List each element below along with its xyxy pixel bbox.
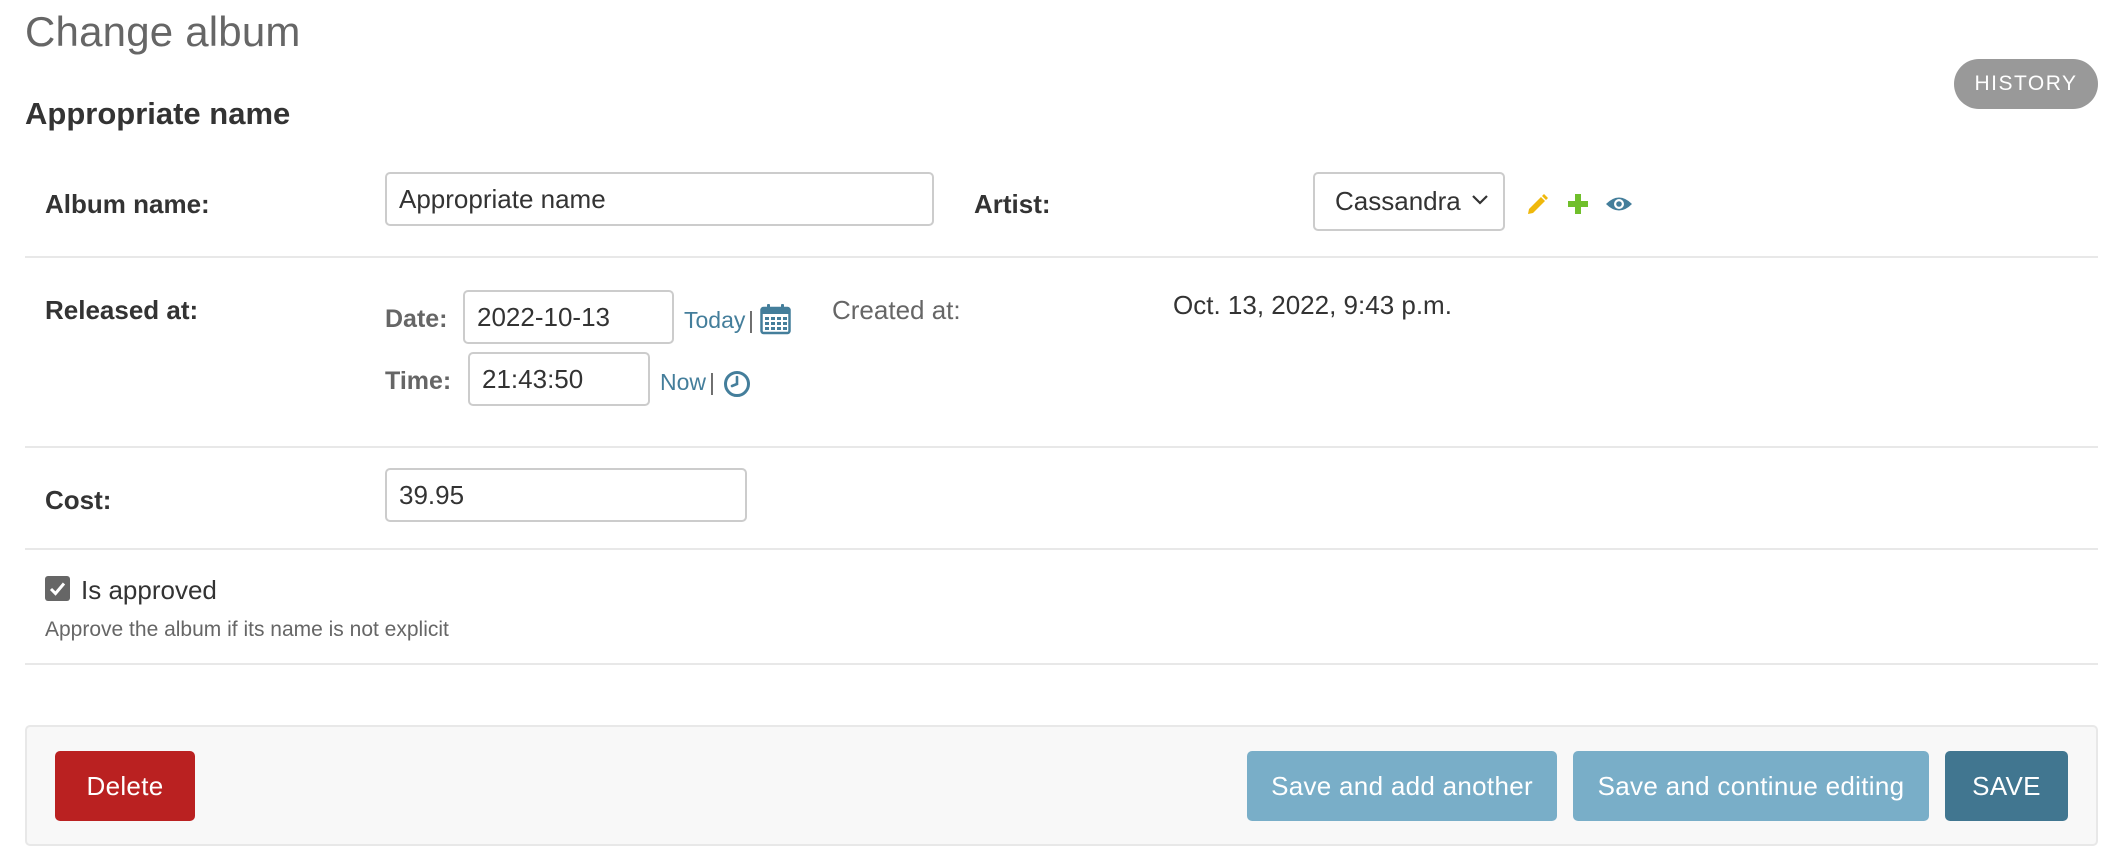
row-divider <box>25 663 2098 665</box>
page-title: Change album <box>25 8 301 55</box>
eye-icon[interactable] <box>1605 194 1633 214</box>
delete-button[interactable]: Delete <box>55 751 195 821</box>
fieldset-title: Appropriate name <box>25 96 291 131</box>
calendar-icon[interactable] <box>760 303 791 335</box>
released-at-label: Released at: <box>45 295 199 325</box>
artist-select-value: Cassandra <box>1335 186 1461 216</box>
history-button[interactable]: HISTORY <box>1954 59 2098 109</box>
time-label: Time: <box>385 367 452 395</box>
is-approved-checkbox[interactable] <box>45 576 70 601</box>
submit-row: Delete Save and add another Save and con… <box>25 725 2098 846</box>
cost-label: Cost: <box>45 485 112 515</box>
save-and-continue-button[interactable]: Save and continue editing <box>1573 751 1929 821</box>
artist-label: Artist: <box>974 189 1051 219</box>
row-divider <box>25 548 2098 550</box>
date-label: Date: <box>385 305 448 333</box>
pencil-icon[interactable] <box>1525 192 1549 216</box>
clock-icon[interactable] <box>723 370 751 398</box>
save-and-add-another-button[interactable]: Save and add another <box>1247 751 1557 821</box>
time-separator: | <box>709 369 715 395</box>
is-approved-label[interactable]: Is approved <box>81 575 217 606</box>
today-link[interactable]: Today <box>684 307 745 334</box>
date-input[interactable] <box>463 290 674 344</box>
row-divider <box>25 256 2098 258</box>
created-at-label: Created at: <box>832 295 961 325</box>
artist-select[interactable]: Cassandra <box>1313 172 1505 231</box>
row-divider <box>25 446 2098 448</box>
checkmark-icon <box>49 582 66 596</box>
created-at-value: Oct. 13, 2022, 9:43 p.m. <box>1173 290 1452 320</box>
now-link[interactable]: Now <box>660 369 706 396</box>
album-name-input[interactable] <box>385 172 934 226</box>
album-name-label: Album name: <box>45 189 210 219</box>
is-approved-help-text: Approve the album if its name is not exp… <box>45 618 449 641</box>
time-input[interactable] <box>468 352 650 406</box>
save-button[interactable]: SAVE <box>1945 751 2068 821</box>
date-separator: | <box>748 307 754 333</box>
chevron-down-icon <box>1472 195 1488 205</box>
plus-icon[interactable] <box>1567 193 1589 215</box>
cost-input[interactable] <box>385 468 747 522</box>
